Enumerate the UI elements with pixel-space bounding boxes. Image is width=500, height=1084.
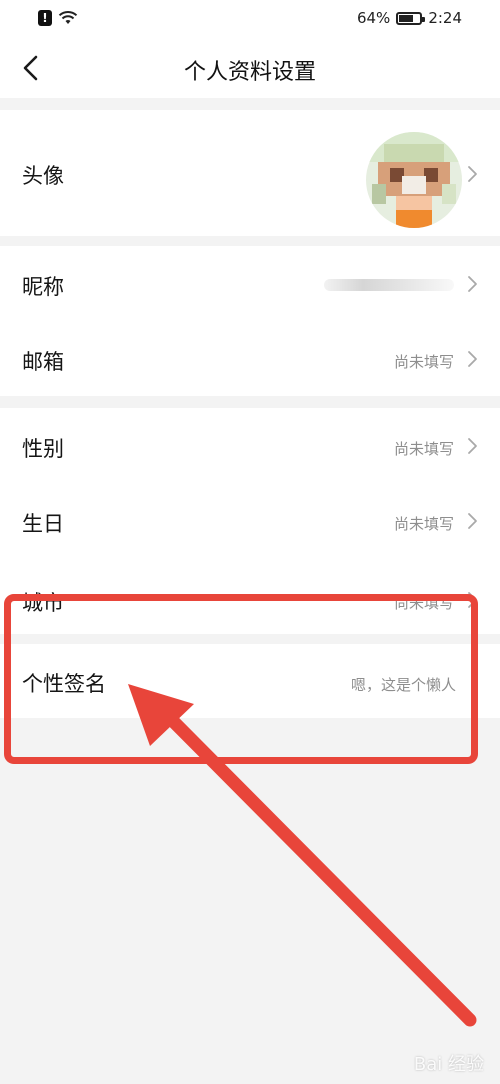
annotation-arrow xyxy=(128,684,477,1027)
watermark: Bai 经验 xyxy=(413,1054,484,1075)
